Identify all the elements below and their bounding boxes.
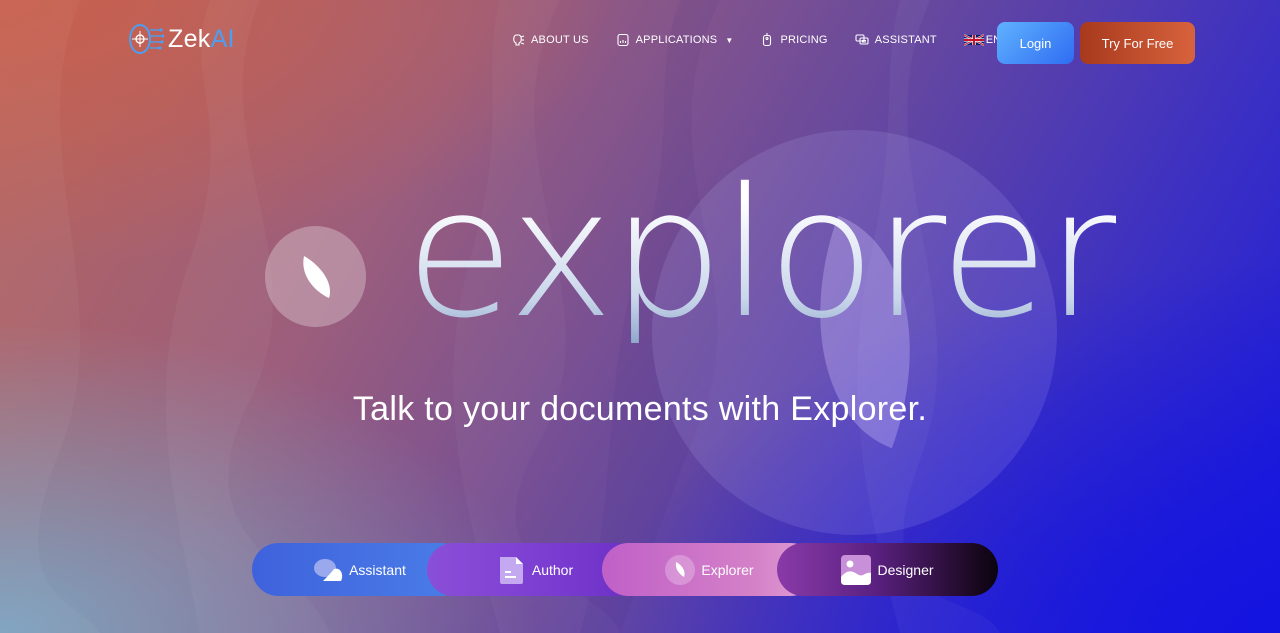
logo[interactable]: ZekAI <box>128 22 235 56</box>
uk-flag-icon <box>963 34 984 46</box>
chat-bubbles-icon <box>855 34 869 45</box>
logo-text-prefix: Zek <box>168 24 211 53</box>
switcher-item-label: Designer <box>877 561 934 578</box>
switcher-item-label: Assistant <box>349 561 406 578</box>
nav-item-pricing[interactable]: PRICING <box>760 33 827 47</box>
leaf-icon <box>665 554 696 585</box>
switcher-item-label: Author <box>531 561 574 578</box>
nav-item-applications[interactable]: APPLICATIONS ▼ <box>616 33 734 47</box>
hero-badge <box>265 226 366 327</box>
product-switcher: Assistant Author Explorer Designer <box>252 543 998 596</box>
document-icon <box>496 555 526 585</box>
chevron-down-icon: ▼ <box>725 35 734 45</box>
nav-item-label: APPLICATIONS <box>635 34 718 46</box>
nav-item-label: PRICING <box>780 34 828 46</box>
nav-item-label: ASSISTANT <box>874 34 937 46</box>
try-for-free-button[interactable]: Try For Free <box>1080 22 1195 64</box>
nav-item-label: ABOUT US <box>531 34 589 46</box>
chat-bubble-icon <box>313 555 343 585</box>
switcher-item-label: Explorer <box>701 561 754 578</box>
brain-circuit-icon <box>129 24 164 54</box>
lightbulb-icon <box>513 34 525 46</box>
hero-subtitle: Talk to your documents with Explorer. <box>352 390 928 428</box>
logo-text-suffix: AI <box>210 24 235 53</box>
price-tag-icon <box>763 33 772 47</box>
apps-icon <box>617 33 629 47</box>
logo-text: ZekAI <box>168 25 235 54</box>
nav-item-assistant[interactable]: ASSISTANT <box>855 33 937 47</box>
site-header: ZekAI ABOUT US APPLICATIONS ▼ PRICING AS… <box>0 0 1280 86</box>
login-button[interactable]: Login <box>997 22 1074 64</box>
switcher-item-designer[interactable]: Designer <box>777 543 998 596</box>
hero-title: explorer <box>405 150 1119 357</box>
nav-item-about-us[interactable]: ABOUT US <box>511 33 589 47</box>
main-nav: ABOUT US APPLICATIONS ▼ PRICING ASSISTAN… <box>511 33 1013 47</box>
image-icon <box>841 554 872 585</box>
leaf-icon <box>303 256 331 298</box>
